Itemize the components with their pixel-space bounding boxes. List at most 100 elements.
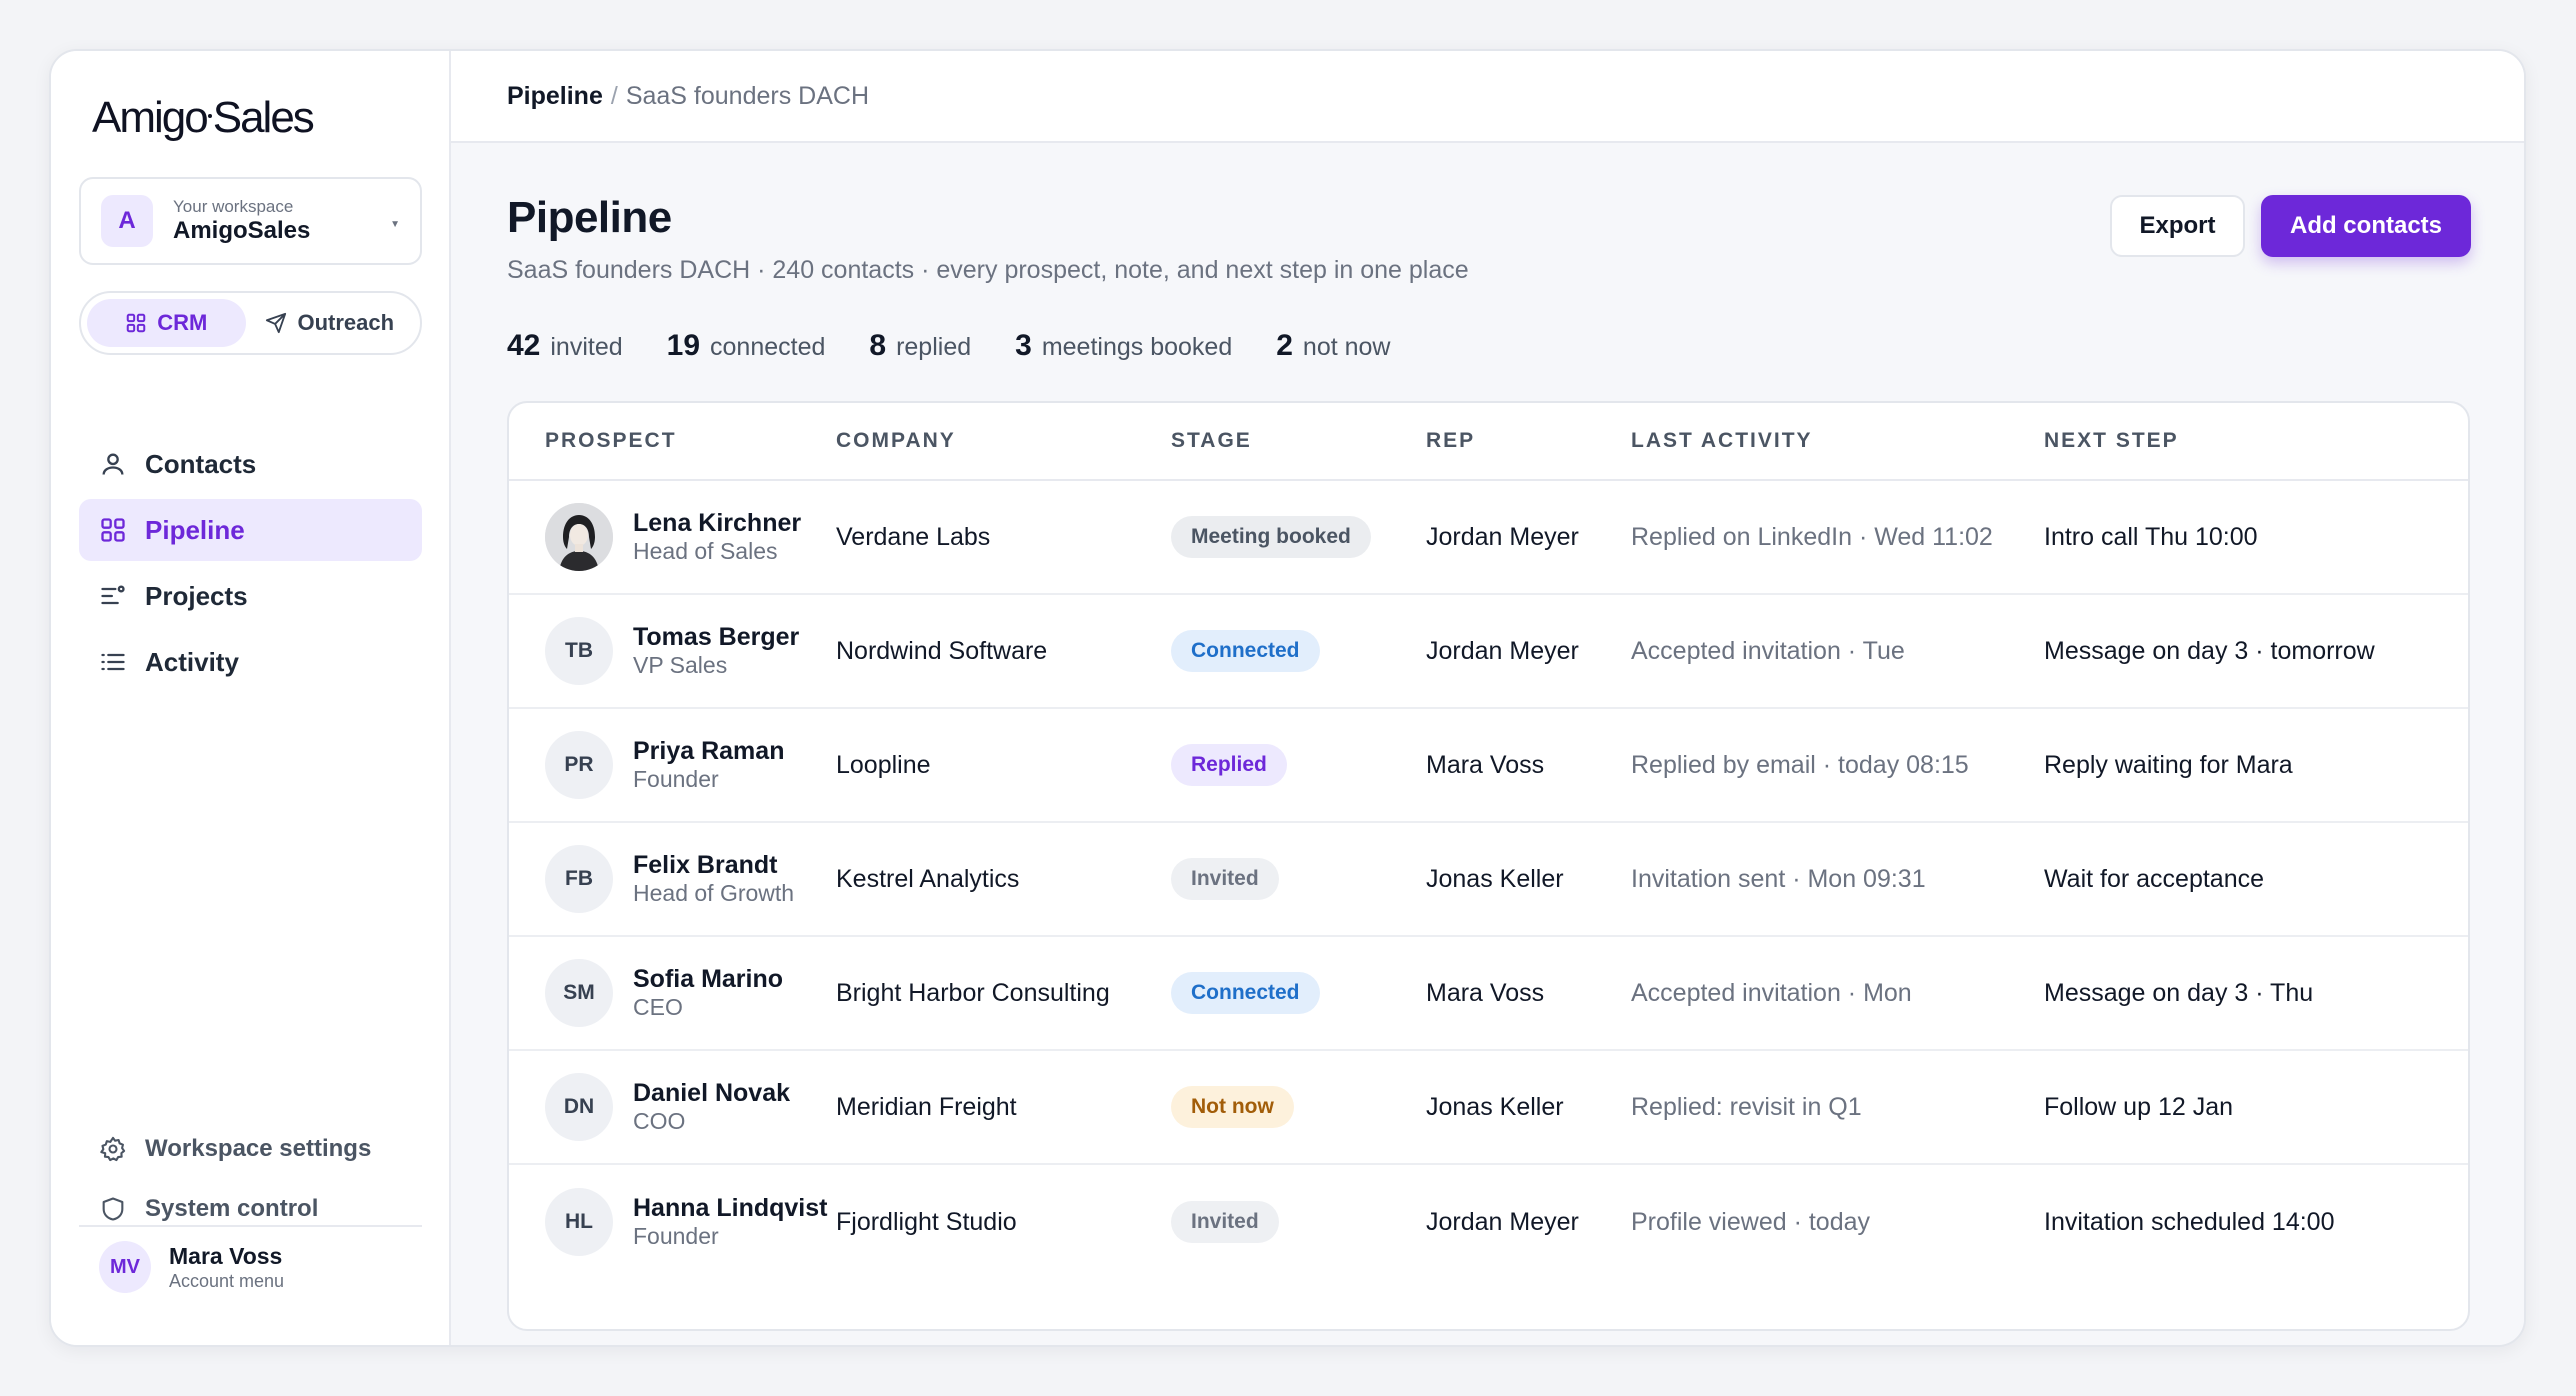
account-name: Mara Voss [169,1242,283,1269]
prospect-role: COO [633,1108,686,1134]
system-control-link[interactable]: System control [79,1179,422,1239]
prospect-name[interactable]: Daniel Novak [633,1079,790,1107]
workspace-label: Your workspace [173,197,294,216]
sidebar-divider [79,1225,422,1227]
stat-label: replied [896,333,972,361]
grid-icon [101,518,125,542]
avatar: HL [545,1188,613,1256]
stage-badge: Connected [1171,972,1320,1014]
sidebar: Amigo Sales A Your workspace AmigoSales ▼… [51,51,451,1345]
outreach-mode-button[interactable]: Outreach [246,299,414,347]
stats-bar: 42 invited 19 connected 8 replied 3 meetings… [507,329,1434,363]
column-header-prospect[interactable]: PROSPECT [509,429,836,453]
workspace-name: AmigoSales [173,217,311,244]
workspace-settings-link[interactable]: Workspace settings [79,1119,422,1179]
column-header-rep[interactable]: REP [1426,429,1631,453]
last-activity-cell: Replied: revisit in Q1 [1631,1092,1862,1121]
rep-cell: Jordan Meyer [1426,522,1579,551]
company-cell: Verdane Labs [836,522,991,551]
nav-item-label: Activity [145,646,239,677]
stage-badge: Connected [1171,630,1320,672]
list-icon [101,653,125,671]
next-step-cell: Message on day 3 · Thu [2044,978,2314,1007]
company-cell: Kestrel Analytics [836,864,1020,893]
stat-number: 42 [507,329,541,362]
crm-mode-button[interactable]: CRM [87,299,246,347]
account-subtitle: Account menu [169,1270,285,1291]
avatar [545,503,613,571]
table-row[interactable]: PR Priya Raman Founder Loopline Replied … [509,709,2468,823]
stat-label: invited [550,333,623,361]
stat-label: meetings booked [1041,333,1233,361]
last-activity-cell: Accepted invitation · Mon [1631,978,1912,1007]
prospect-name[interactable]: Priya Raman [633,737,784,765]
rep-cell: Jordan Meyer [1426,1207,1579,1236]
nav-item-activity[interactable]: Activity [79,631,422,693]
column-header-company[interactable]: COMPANY [836,429,1171,453]
table-row[interactable]: TB Tomas Berger VP Sales Nordwind Softwa… [509,595,2468,709]
nav-item-contacts[interactable]: Contacts [79,433,422,495]
next-step-cell: Invitation scheduled 14:00 [2044,1207,2335,1236]
pipeline-table: PROSPECT COMPANY STAGE REP LAST ACTIVITY… [507,401,2470,1331]
stage-badge: Invited [1171,1201,1279,1243]
prospect-role: Founder [633,766,719,792]
table-row[interactable]: SM Sofia Marino CEO Bright Harbor Consul… [509,937,2468,1051]
nav-item-label: Pipeline [145,514,245,545]
table-row[interactable]: DN Daniel Novak COO Meridian Freight Not… [509,1051,2468,1165]
company-cell: Meridian Freight [836,1092,1017,1121]
last-activity-cell: Replied by email · today 08:15 [1631,750,1969,779]
stage-badge: Not now [1171,1086,1294,1128]
export-button[interactable]: Export [2110,195,2245,257]
next-step-cell: Intro call Thu 10:00 [2044,522,2258,551]
footer-item-label: Workspace settings [145,1135,372,1162]
add-contacts-button[interactable]: Add contacts [2261,195,2471,257]
stat-label: connected [710,333,826,361]
grid-icon [126,313,146,333]
workspace-avatar: A [101,195,153,247]
rep-cell: Mara Voss [1426,750,1545,779]
nav-item-projects[interactable]: Projects [79,565,422,627]
shield-icon [102,1197,124,1221]
nav-item-pipeline[interactable]: Pipeline [79,499,422,561]
avatar: TB [545,617,613,685]
column-header-stage[interactable]: STAGE [1171,429,1426,453]
stat-meetings: 3 meetings booked [1015,329,1232,363]
user-icon [102,453,124,475]
company-cell: Fjordlight Studio [836,1207,1017,1236]
column-header-next-step[interactable]: NEXT STEP [2044,429,2468,453]
stat-number: 19 [666,329,701,362]
stat-number: 2 [1276,329,1293,362]
prospect-name[interactable]: Felix Brandt [633,851,794,879]
nav-item-label: Projects [145,580,248,611]
next-step-cell: Wait for acceptance [2044,864,2265,893]
company-cell: Bright Harbor Consulting [836,978,1110,1007]
main-nav: Contacts Pipeline Projects Activity [79,433,422,697]
main-content: Pipeline / SaaS founders DACH Pipeline S… [451,51,2524,1345]
prospect-name[interactable]: Tomas Berger [633,623,799,651]
footer-item-label: System control [145,1195,319,1222]
brand-logo: Amigo Sales [92,93,315,142]
avatar: PR [545,731,613,799]
avatar: SM [545,959,613,1027]
rep-cell: Jordan Meyer [1426,636,1579,665]
page-title: Pipeline [507,193,672,242]
stage-badge: Replied [1171,744,1287,786]
account-menu[interactable]: MV Mara Voss Account menu [99,1241,284,1293]
table-row[interactable]: HL Hanna Lindqvist Founder Fjordlight St… [509,1165,2468,1279]
stat-invited: 42 invited [507,329,623,363]
prospect-name[interactable]: Hanna Lindqvist [633,1194,827,1222]
stat-number: 3 [1015,329,1032,362]
send-icon [266,312,287,334]
table-row[interactable]: Lena Kirchner Head of Sales Verdane Labs… [509,481,2468,595]
next-step-cell: Follow up 12 Jan [2044,1092,2234,1121]
breadcrumb-root[interactable]: Pipeline [507,82,603,111]
prospect-name[interactable]: Lena Kirchner [633,509,801,537]
stat-connected: 19 connected [667,329,826,363]
stat-label: not now [1302,333,1391,361]
column-header-last-activity[interactable]: LAST ACTIVITY [1631,429,2044,453]
breadcrumb-separator: / [610,81,618,110]
breadcrumb: Pipeline / SaaS founders DACH [451,51,2524,143]
workspace-switcher[interactable]: A Your workspace AmigoSales ▼ [79,177,422,265]
prospect-name[interactable]: Sofia Marino [633,965,783,993]
table-row[interactable]: FB Felix Brandt Head of Growth Kestrel A… [509,823,2468,937]
